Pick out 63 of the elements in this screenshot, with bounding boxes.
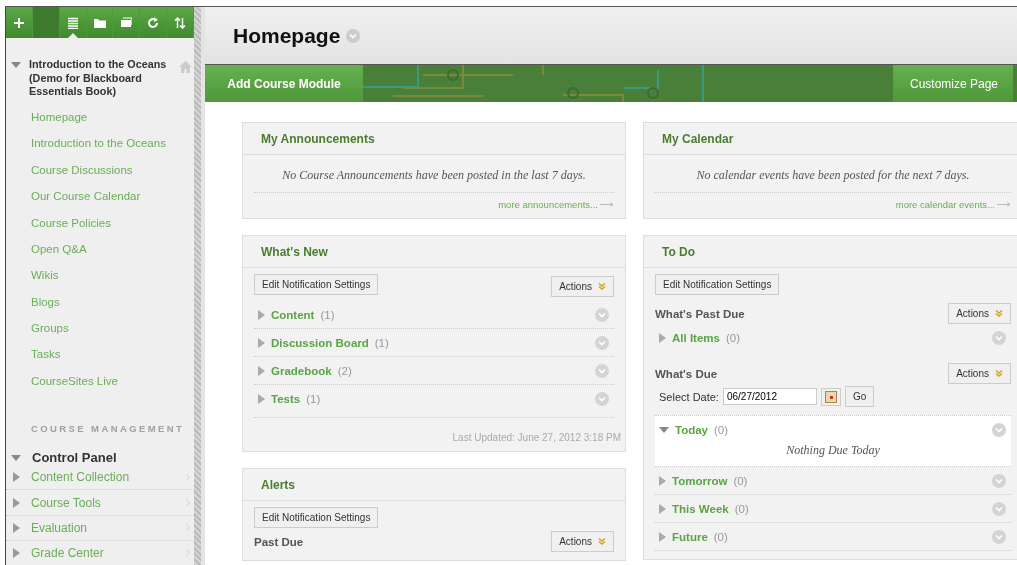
empty-message: No Course Announcements have been posted in the last 7 days. [254, 164, 614, 193]
group-link[interactable]: Today [675, 423, 708, 436]
course-menu-link[interactable]: Our Course Calendar [31, 189, 194, 216]
group-link[interactable]: Tests [271, 392, 301, 405]
course-menu-link[interactable]: Wikis [31, 268, 194, 295]
item-count: (1) [374, 336, 390, 349]
more-link[interactable]: more calendar events... [895, 199, 995, 210]
subheading: Past Due [254, 535, 304, 548]
group-link[interactable]: Gradebook [271, 364, 332, 377]
field-label: Select Date: [659, 390, 719, 403]
page-title: Homepage [233, 23, 341, 48]
date-field[interactable]: 06/27/2012 [722, 388, 817, 405]
item-count: (0) [714, 423, 730, 436]
control-panel-link[interactable]: Content Collection [31, 470, 175, 485]
section-heading: What's Past Due [655, 307, 745, 320]
item-count: (0) [733, 474, 749, 487]
actions-button[interactable]: Actions [551, 531, 614, 552]
item-count: (1) [306, 392, 322, 405]
group-link[interactable]: Content [271, 308, 315, 321]
group-link[interactable]: Tomorrow [672, 474, 728, 487]
group-link[interactable]: All Items [672, 331, 720, 344]
course-menu-link[interactable]: CourseSites Live [31, 373, 194, 401]
more-link[interactable]: more announcements... [498, 199, 598, 210]
go-button[interactable]: Go [844, 386, 875, 407]
actions-button[interactable]: Actions [948, 363, 1011, 384]
actions-button[interactable]: Actions [948, 303, 1011, 324]
course-menu-link[interactable]: Groups [31, 321, 194, 348]
empty-message: Nothing Due Today [655, 443, 1011, 467]
module-title: My Calendar [662, 131, 734, 146]
module-title: To Do [662, 244, 696, 259]
course-menu-link[interactable]: Blogs [31, 294, 194, 322]
course-menu-link[interactable]: Course Policies [31, 215, 194, 242]
course-menu-link[interactable]: Introduction to the Oceans [31, 136, 194, 163]
control-panel-link[interactable]: Evaluation [31, 520, 175, 535]
group-link[interactable]: This Week [672, 502, 729, 515]
group-link[interactable]: Discussion Board [271, 336, 369, 349]
group-link[interactable]: Future [672, 530, 708, 543]
item-count: (1) [320, 308, 336, 321]
edit-notification-settings-button[interactable]: Edit Notification Settings [254, 274, 379, 295]
item-count: (2) [337, 364, 353, 377]
edit-notification-settings-button[interactable]: Edit Notification Settings [655, 274, 780, 295]
customize-page-button[interactable]: Customize Page [893, 65, 1013, 102]
module-title: My Announcements [261, 131, 375, 146]
add-course-module-button[interactable]: Add Course Module [205, 65, 363, 102]
module-title: What's New [261, 244, 328, 259]
course-menu-link[interactable]: Open Q&A [31, 241, 194, 269]
actions-button[interactable]: Actions [551, 276, 614, 297]
course-menu-link[interactable]: Course Discussions [31, 162, 194, 190]
item-count: (0) [725, 331, 741, 344]
control-panel-heading[interactable]: Control Panel [32, 450, 117, 466]
edit-notification-settings-button[interactable]: Edit Notification Settings [254, 507, 379, 528]
module-title: Alerts [261, 477, 295, 492]
item-count: (0) [713, 530, 729, 543]
control-panel-link[interactable]: Course Tools [31, 495, 175, 510]
item-count: (0) [734, 502, 750, 515]
section-heading: What's Due [655, 367, 718, 380]
course-title[interactable]: Introduction to the Oceans (Demo for Blackboard Essentials Book) [29, 58, 173, 99]
last-updated-text: Last Updated: June 27, 2012 3:18 PM [451, 431, 621, 443]
section-heading: COURSE MANAGEMENT [31, 423, 186, 435]
course-menu-link[interactable]: Tasks [31, 347, 194, 374]
course-menu-link[interactable]: Homepage [31, 109, 194, 137]
empty-message: No calendar events have been posted for the next 7 days. [655, 164, 1011, 193]
control-panel-link[interactable]: Grade Center [31, 545, 175, 560]
